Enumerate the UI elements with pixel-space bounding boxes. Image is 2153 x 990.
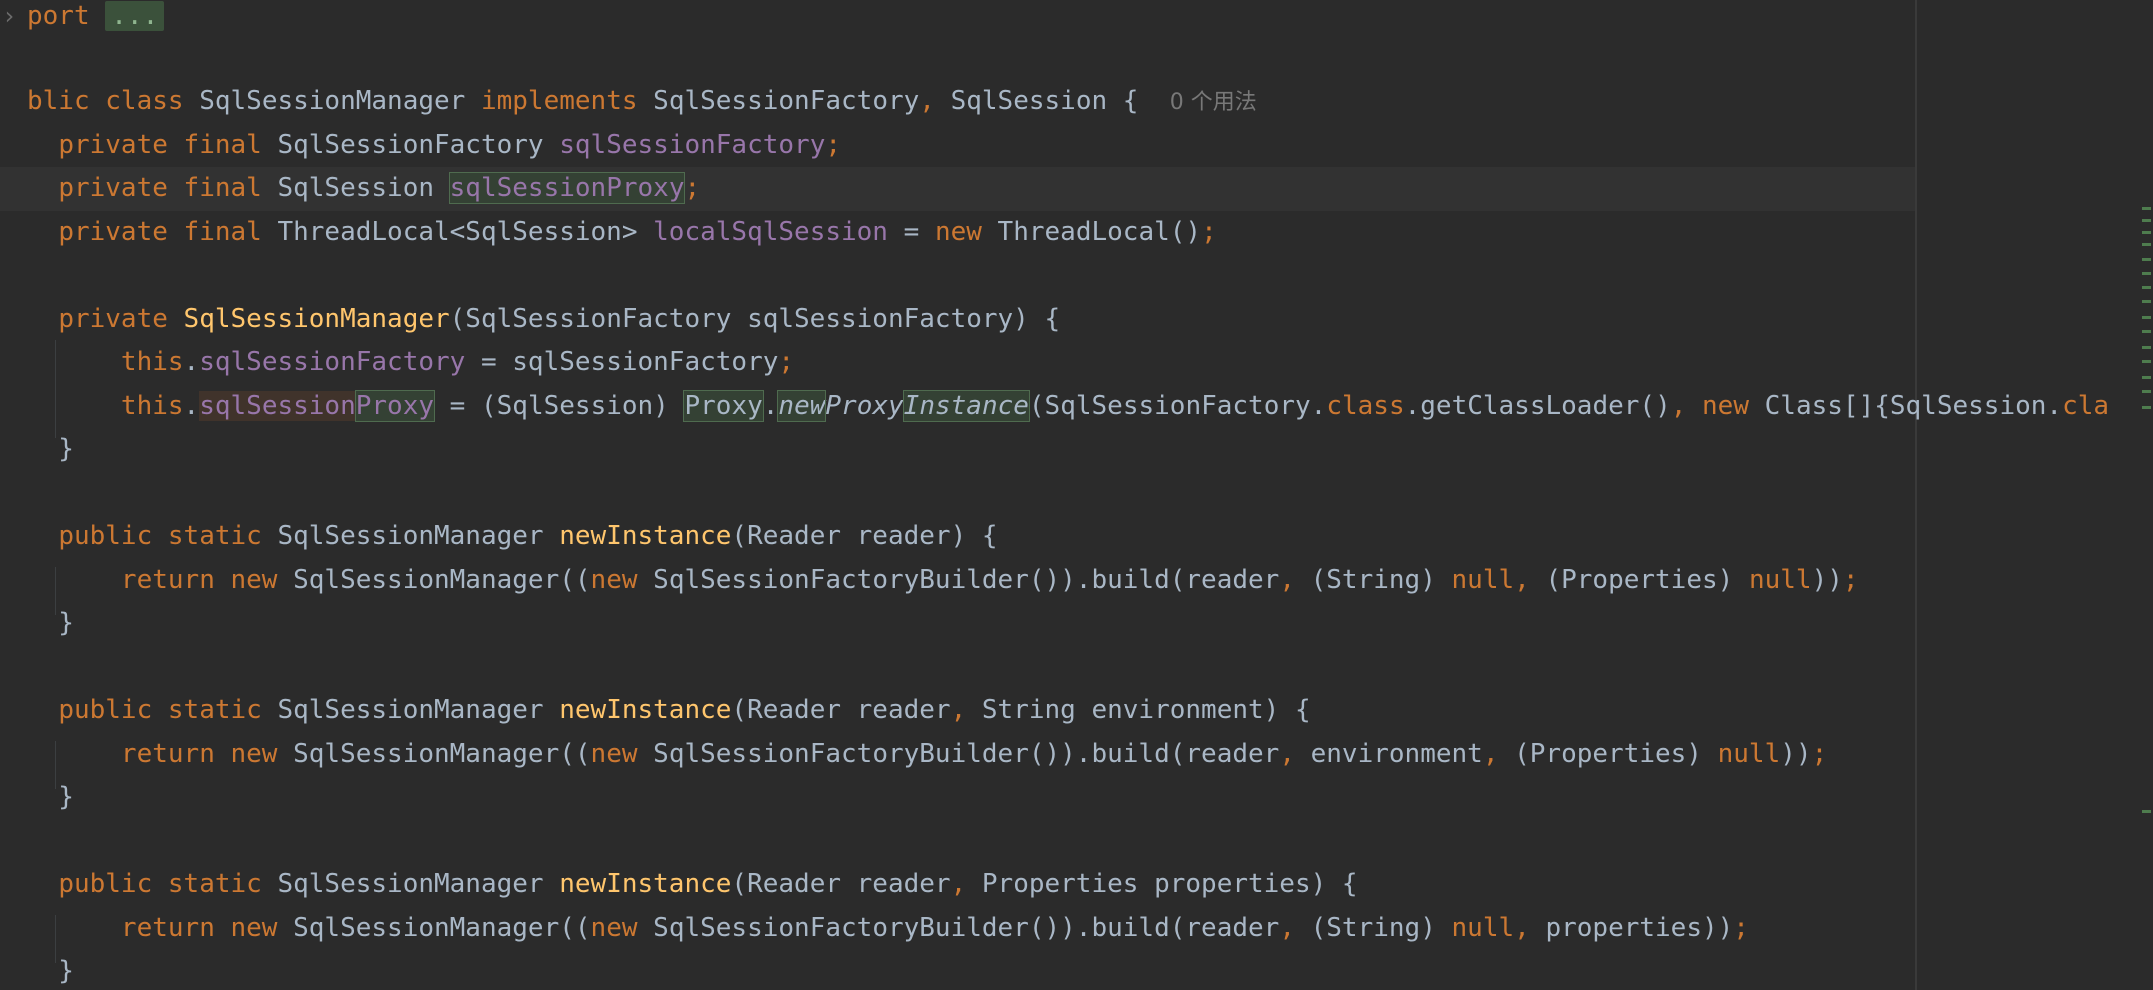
usage-marker[interactable] [2142, 346, 2151, 349]
code-line[interactable]: } [0, 950, 74, 990]
usage-marker[interactable] [2142, 376, 2151, 379]
code-line[interactable]: this.sqlSessionProxy = (SqlSession) Prox… [0, 385, 2109, 429]
usages-inlay-hint[interactable]: 0 个用法 [1170, 90, 1257, 115]
usage-marker[interactable] [2142, 300, 2151, 303]
code-line[interactable]: return new SqlSessionManager((new SqlSes… [0, 559, 1859, 603]
usage-marker[interactable] [2142, 231, 2151, 234]
code-line[interactable]: this.sqlSessionFactory = sqlSessionFacto… [0, 341, 794, 385]
usage-marker[interactable] [2142, 360, 2151, 363]
usage-marker[interactable] [2142, 243, 2151, 246]
right-margin-guide [1915, 0, 1917, 990]
code-line[interactable]: return new SqlSessionManager((new SqlSes… [0, 907, 1749, 951]
code-editor[interactable]: › port ... blic class SqlSessionManager … [0, 0, 2153, 990]
usage-marker[interactable] [2142, 330, 2151, 333]
code-line[interactable]: public static SqlSessionManager newInsta… [0, 863, 1357, 907]
usage-marker[interactable] [2142, 207, 2151, 210]
code-line[interactable]: blic class SqlSessionManager implements … [0, 80, 1257, 124]
code-line[interactable]: public static SqlSessionManager newInsta… [0, 689, 1310, 733]
error-stripe[interactable] [2136, 0, 2153, 990]
code-line[interactable]: private final ThreadLocal<SqlSession> lo… [0, 211, 1216, 255]
folded-imports-chip[interactable]: ... [105, 1, 165, 31]
usage-marker[interactable] [2142, 406, 2151, 409]
code-line[interactable]: private SqlSessionManager(SqlSessionFact… [0, 298, 1060, 342]
code-line-current[interactable]: private final SqlSession sqlSessionProxy… [0, 167, 1915, 211]
usage-marker[interactable] [2142, 316, 2151, 319]
code-line[interactable]: › port ... [0, 0, 165, 39]
code-line[interactable]: private final SqlSessionFactory sqlSessi… [0, 124, 841, 168]
usage-marker[interactable] [2142, 390, 2151, 393]
code-line[interactable]: public static SqlSessionManager newInsta… [0, 515, 997, 559]
code-line[interactable]: } [0, 428, 74, 472]
usage-marker[interactable] [2142, 286, 2151, 289]
code-line[interactable]: } [0, 776, 74, 820]
usage-marker[interactable] [2142, 810, 2151, 813]
code-line[interactable]: } [0, 602, 74, 646]
usage-marker[interactable] [2142, 219, 2151, 222]
usage-marker[interactable] [2142, 258, 2151, 261]
code-line[interactable]: return new SqlSessionManager((new SqlSes… [0, 733, 1827, 777]
usage-marker[interactable] [2142, 272, 2151, 275]
chevron-right-icon[interactable]: › [2, 0, 16, 39]
